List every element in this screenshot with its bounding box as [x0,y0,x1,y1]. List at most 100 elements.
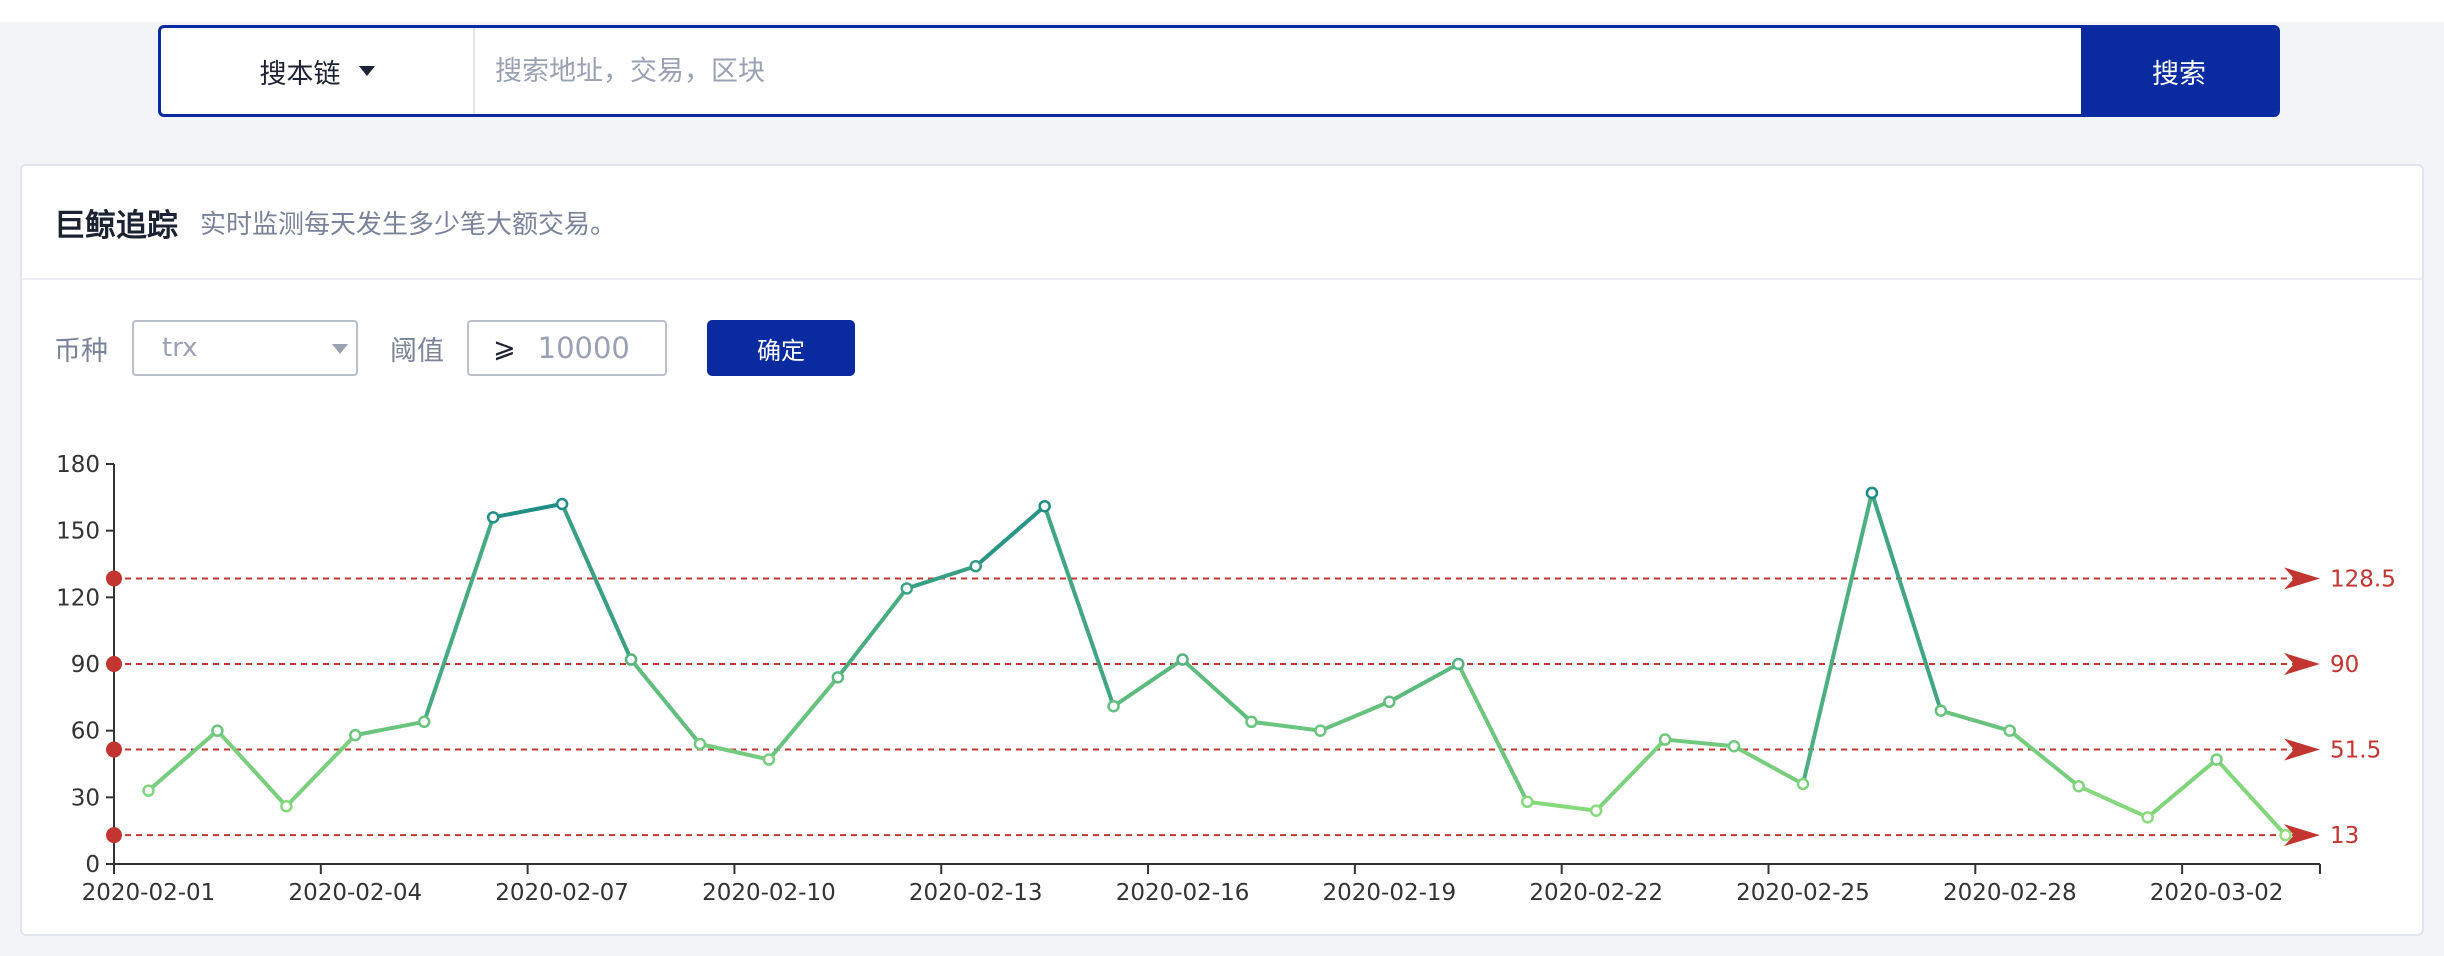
x-tick-label: 2020-02-22 [1529,880,1663,906]
whale-tracker-card: 巨鲸追踪 实时监测每天发生多少笔大额交易。 币种 trx 阈值 ⩾ 10000 … [20,164,2424,936]
data-point [1934,704,1948,717]
data-point [2141,811,2154,824]
chain-select-label: 搜本链 [259,58,341,90]
series-line-segment [560,502,634,662]
data-point [486,511,500,524]
series-line-segment [491,502,565,520]
series-line-segment [1456,662,1530,804]
data-point [2279,828,2292,842]
data-point [969,559,982,573]
data-point [349,728,362,742]
mark-line-start-dot [106,656,122,672]
series-line-segment [1663,737,1737,749]
mark-line-label: 128.5 [2330,566,2396,592]
data-point [555,497,569,511]
y-tick-label: 120 [56,585,100,611]
data-point [1383,695,1396,709]
series-line-segment [1525,799,1599,813]
data-point [2210,753,2223,766]
data-point [1176,653,1189,666]
data-point [1796,777,1810,791]
data-point [1245,715,1258,729]
series-line-segment [1180,657,1254,724]
top-strip [0,0,2444,22]
search-button[interactable]: 搜索 [2081,28,2277,114]
mark-line-arrow [2284,738,2320,761]
data-point [1520,795,1534,809]
series-line-segment [1249,719,1323,733]
mark-line-arrow [2284,567,2320,590]
series-line-segment [1042,504,1116,709]
data-point [211,724,224,737]
chain-select[interactable]: 搜本链 [161,28,475,114]
series-line-segment [904,564,978,591]
data-point [2003,724,2017,737]
y-tick-label: 180 [56,452,100,478]
series-line-segment [766,675,840,762]
y-tick-label: 30 [71,785,100,811]
y-tick-label: 150 [56,519,100,545]
data-point [2072,779,2085,793]
x-tick-label: 2020-02-13 [909,880,1043,906]
y-tick-label: 60 [71,719,100,745]
search-bar: 搜本链 搜索 [158,25,2280,117]
data-point [1038,499,1051,513]
series-line-segment [697,742,771,762]
mark-line-start-dot [106,741,122,758]
y-tick-label: 90 [71,652,100,678]
mark-line-start-dot [106,570,122,587]
data-point [1865,486,1879,500]
mark-line-start-dot [106,827,122,844]
data-point [762,753,776,766]
data-point [1658,733,1672,746]
series-line-segment [1800,490,1874,786]
x-tick-label: 2020-02-19 [1323,880,1457,906]
series-line-segment [353,719,427,738]
data-point [1589,804,1603,817]
data-point [1107,699,1120,713]
data-point [831,671,845,684]
x-tick-label: 2020-03-02 [2150,880,2284,906]
series-line-segment [1869,490,1943,713]
x-tick-label: 2020-02-01 [82,880,216,906]
series-line-segment [1938,708,2012,733]
data-point [900,582,914,595]
chevron-down-icon [358,66,375,76]
x-tick-label: 2020-02-16 [1116,880,1250,906]
x-tick-label: 2020-02-07 [495,880,629,906]
mark-line-arrow [2284,653,2320,675]
data-point [417,715,431,729]
x-tick-label: 2020-02-10 [702,880,836,906]
series-line-segment [629,657,702,746]
series-line-segment [1387,662,1461,704]
mark-line-label: 90 [2330,652,2359,678]
mark-line-label: 51.5 [2330,738,2381,764]
data-point [1314,724,1327,737]
series-line-segment [2214,757,2288,838]
data-point [280,799,293,813]
series-line-segment [1732,744,1805,786]
series-line-segment [2145,757,2219,820]
series-line-segment [2007,728,2081,789]
data-point [693,737,707,751]
series-line-segment [422,515,496,724]
series-line-segment [1318,699,1392,733]
series-line-segment [1111,657,1185,709]
data-point [142,784,155,797]
search-input[interactable] [475,28,2081,114]
series-line-segment [284,733,358,809]
x-tick-label: 2020-02-04 [288,880,422,906]
series-line-segment [215,728,289,809]
x-tick-label: 2020-02-28 [1943,880,2077,906]
mark-line-label: 13 [2330,823,2359,849]
data-point [1727,739,1741,753]
x-tick-label: 2020-02-25 [1736,880,1870,906]
whale-line-chart: 0 30 60 90 120 150 180 2020-02-01 2020-02-04 2020… [56,452,2396,906]
data-point [1452,657,1465,671]
series-line-segment [146,728,220,793]
data-point [624,653,638,666]
y-tick-label: 0 [85,852,100,878]
series-line-segment [1594,737,1668,813]
series-line-segment [2076,784,2150,820]
series-line-segment [973,504,1047,569]
